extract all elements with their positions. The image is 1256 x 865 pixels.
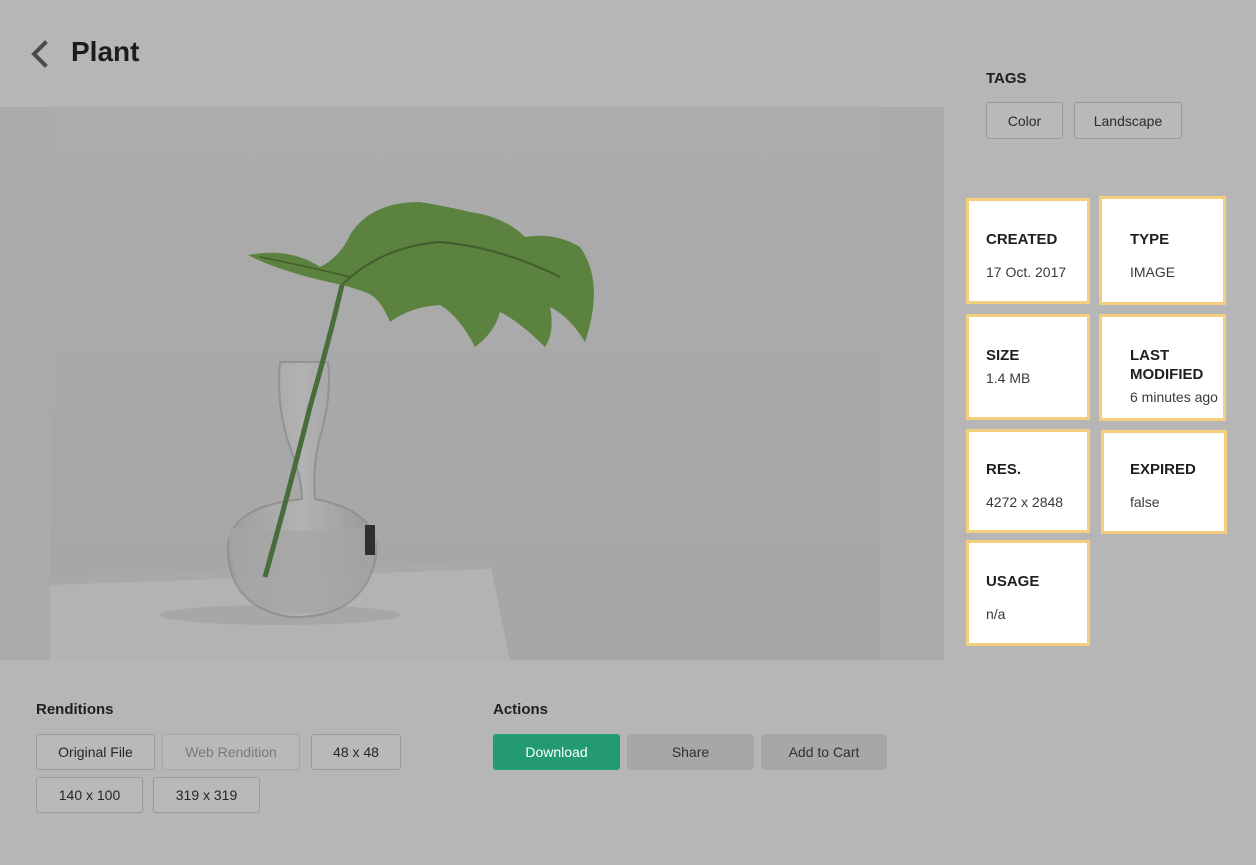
chevron-left-icon (31, 40, 48, 68)
usage-value: n/a (986, 606, 1006, 622)
renditions-title: Renditions (36, 701, 114, 718)
download-button[interactable]: Download (493, 734, 620, 770)
res-label: RES. (986, 461, 1022, 478)
rendition-319x319[interactable]: 319 x 319 (153, 777, 260, 813)
add-to-cart-button[interactable]: Add to Cart (761, 734, 887, 770)
metadata-card-size: SIZE 1.4 MB (966, 314, 1090, 420)
tag-color[interactable]: Color (986, 102, 1063, 139)
type-value: IMAGE (1130, 264, 1176, 280)
usage-label: USAGE (986, 573, 1040, 590)
metadata-card-type: TYPE IMAGE (1099, 196, 1226, 305)
created-value: 17 Oct. 2017 (986, 264, 1067, 280)
rendition-web[interactable]: Web Rendition (162, 734, 300, 770)
rendition-140x100[interactable]: 140 x 100 (36, 777, 143, 813)
last-modified-label: LAST MODIFIED (1130, 347, 1204, 383)
type-label: TYPE (1130, 231, 1170, 248)
size-value: 1.4 MB (986, 370, 1031, 386)
rendition-original-file[interactable]: Original File (36, 734, 155, 770)
metadata-card-resolution: RES. 4272 x 2848 (966, 429, 1090, 533)
tag-landscape[interactable]: Landscape (1074, 102, 1182, 139)
last-modified-value: 6 minutes ago (1130, 389, 1218, 405)
asset-image (50, 107, 880, 660)
metadata-sidebar: TAGS Color Landscape CREATED 17 Oct. 201… (944, 0, 1256, 865)
image-preview-area (0, 107, 944, 660)
metadata-card-usage: USAGE n/a (966, 540, 1090, 646)
asset-options: Renditions Original File Web Rendition 4… (0, 660, 944, 865)
created-label: CREATED (986, 231, 1058, 248)
rendition-48x48[interactable]: 48 x 48 (311, 734, 401, 770)
page-title: Plant (71, 36, 140, 67)
size-label: SIZE (986, 347, 1020, 364)
back-button[interactable] (28, 40, 52, 68)
asset-detail-main: Plant Renditions Original File Web Rendi… (0, 0, 944, 865)
metadata-card-created: CREATED 17 Oct. 2017 (966, 198, 1090, 304)
page-header: Plant (0, 0, 944, 107)
expired-value: false (1130, 494, 1160, 510)
share-button[interactable]: Share (627, 734, 754, 770)
res-value: 4272 x 2848 (986, 494, 1064, 510)
metadata-card-expired: EXPIRED false (1101, 430, 1227, 534)
metadata-card-last-modified: LAST MODIFIED 6 minutes ago (1099, 314, 1226, 421)
actions-title: Actions (493, 701, 549, 718)
expired-label: EXPIRED (1130, 461, 1196, 478)
tags-title: TAGS (986, 70, 1027, 87)
